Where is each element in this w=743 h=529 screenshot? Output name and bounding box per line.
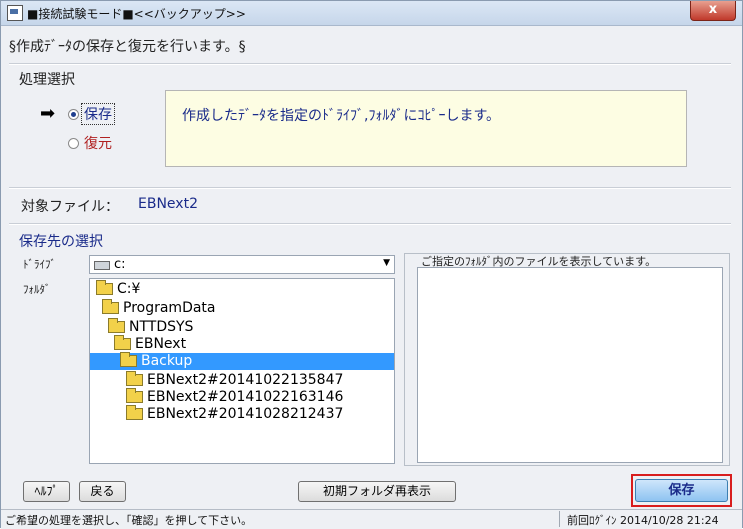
folder-name: Backup [141,353,193,369]
folder-name: NTTDSYS [129,319,194,335]
radio-save-label[interactable]: 保存 [81,103,115,125]
description-text: 作成したﾃﾞｰﾀを指定のﾄﾞﾗｲﾌﾞ,ﾌｫﾙﾀﾞにｺﾋﾟｰします。 [182,108,501,124]
title-bar: ■接続試験モード■<<バックアップ>> x [1,1,742,26]
drive-select[interactable]: c: ▼ [89,255,395,274]
folder-item[interactable]: NTTDSYS [90,318,394,336]
folder-name: ProgramData [123,300,216,316]
folder-icon [126,405,143,420]
drive-label: ﾄﾞﾗｲﾌﾞ [23,258,56,271]
folder-icon [126,371,143,386]
reset-folder-button[interactable]: 初期フォルダ再表示 [298,481,456,502]
window-title: ■接続試験モード■<<バックアップ>> [27,7,246,21]
process-section-label: 処理選択 [19,72,75,88]
app-icon [7,5,23,21]
folder-icon [126,388,143,403]
folder-name: EBNext2#20141022135847 [147,372,344,388]
status-divider [559,511,560,527]
folder-name: EBNext2#20141022163146 [147,389,344,405]
folder-item[interactable]: EBNext2#20141028212437 [90,405,394,423]
folder-item[interactable]: C:¥ [90,280,394,298]
save-button[interactable]: 保存 [635,479,728,502]
chevron-down-icon[interactable]: ▼ [383,258,390,268]
folder-item[interactable]: ProgramData [90,299,394,317]
drive-value: c: [114,257,126,272]
folder-open-icon [102,299,119,314]
folder-open-icon [120,352,137,367]
folder-item-selected[interactable]: Backup [90,352,394,370]
file-list[interactable] [417,267,723,463]
page-header: §作成ﾃﾞｰﾀの保存と復元を行います。§ [9,39,246,55]
radio-restore[interactable] [68,138,79,149]
folder-name: EBNext [135,336,187,352]
back-button[interactable]: 戻る [79,481,126,502]
folder-open-icon [108,318,125,333]
folder-label: ﾌｫﾙﾀﾞ [23,283,51,296]
folder-tree[interactable]: C:¥ ProgramData NTTDSYS EBNext Backup EB… [89,278,395,464]
folder-item[interactable]: EBNext2#20141022163146 [90,388,394,406]
divider [9,223,731,225]
radio-save[interactable] [68,109,79,120]
divider [9,63,731,65]
folder-name: C:¥ [117,281,141,297]
folder-item[interactable]: EBNext2#20141022135847 [90,371,394,389]
folder-item[interactable]: EBNext [90,335,394,353]
close-button[interactable]: x [690,1,736,21]
folder-open-icon [96,280,113,295]
status-message: ご希望の処理を選択し、「確認」を押して下さい。 [5,514,253,527]
last-login-info: 前回ﾛｸﾞｲﾝ 2014/10/28 21:24 [567,514,719,527]
radio-restore-label[interactable]: 復元 [84,133,112,153]
drive-icon [94,261,110,270]
divider [9,187,731,189]
help-button[interactable]: ﾍﾙﾌﾟ [23,481,70,502]
arrow-right-icon: ➡ [40,103,56,124]
backup-window: ■接続試験モード■<<バックアップ>> x §作成ﾃﾞｰﾀの保存と復元を行います… [0,0,743,529]
target-file-value: EBNext2 [138,196,198,212]
folder-name: EBNext2#20141028212437 [147,406,344,422]
folder-open-icon [114,335,131,350]
target-file-label: 対象ファイル： [21,199,119,215]
description-box: 作成したﾃﾞｰﾀを指定のﾄﾞﾗｲﾌﾞ,ﾌｫﾙﾀﾞにｺﾋﾟｰします。 [165,90,687,167]
status-bar: ご希望の処理を選択し、「確認」を押して下さい。 前回ﾛｸﾞｲﾝ 2014/10/… [1,509,742,529]
destination-section-label: 保存先の選択 [19,234,103,250]
